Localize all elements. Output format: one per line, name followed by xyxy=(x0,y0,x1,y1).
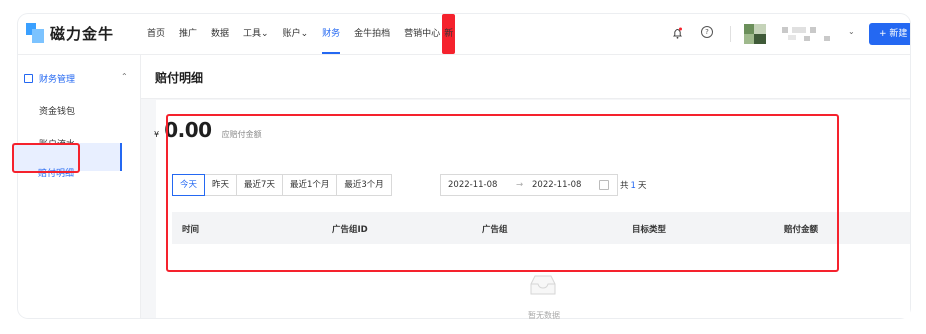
user-name-obscured[interactable] xyxy=(782,26,844,42)
empty-inbox-icon xyxy=(530,275,556,295)
new-badge: 新 xyxy=(442,14,456,54)
divider xyxy=(730,26,731,42)
nav-account[interactable]: 账户⌄ xyxy=(283,14,309,54)
nav-finance[interactable]: 财务 xyxy=(322,14,341,54)
currency-symbol: ¥ xyxy=(154,130,160,139)
avatar[interactable] xyxy=(744,24,766,44)
nav-home[interactable]: 首页 xyxy=(147,14,165,54)
chevron-down-icon[interactable]: ⌄ xyxy=(848,27,855,36)
nav-marketing-label: 营销中心 xyxy=(404,29,441,40)
nav-marketing[interactable]: 营销中心新 xyxy=(404,14,456,54)
page-title: 赔付明细 xyxy=(155,71,204,85)
nav-promotion[interactable]: 推广 xyxy=(179,14,197,54)
chevron-up-icon[interactable]: ⌃ xyxy=(121,72,128,81)
empty-text: 暂无数据 xyxy=(528,311,560,320)
help-icon[interactable]: ? xyxy=(701,26,713,38)
page-header: 赔付明细 xyxy=(141,55,910,99)
brand-name: 磁力金牛 xyxy=(50,25,115,43)
nav-tools[interactable]: 工具⌄ xyxy=(243,14,269,54)
sidebar: 财务管理 ⌃ 资金钱包 账户流水 xyxy=(18,55,141,318)
nav-data[interactable]: 数据 xyxy=(211,14,229,54)
sidebar-group-finance[interactable]: 财务管理 xyxy=(24,72,75,85)
main-nav: 首页 推广 数据 工具⌄ 账户⌄ 财务 金牛拍档 营销中心新 xyxy=(147,14,456,54)
sidebar-group-label: 财务管理 xyxy=(39,75,76,85)
finance-icon xyxy=(24,74,33,83)
bell-icon[interactable] xyxy=(673,27,682,39)
highlight-box-main xyxy=(166,114,839,272)
sidebar-item-wallet[interactable]: 资金钱包 xyxy=(39,104,75,117)
highlight-box-sidebar xyxy=(12,143,80,173)
new-button[interactable]: + 新建 xyxy=(869,23,910,45)
nav-partner[interactable]: 金牛拍档 xyxy=(354,14,390,54)
logo-icon xyxy=(26,23,44,43)
top-bar: 磁力金牛 首页 推广 数据 工具⌄ 账户⌄ 财务 金牛拍档 营销中心新 ? ⌄ … xyxy=(18,14,910,55)
